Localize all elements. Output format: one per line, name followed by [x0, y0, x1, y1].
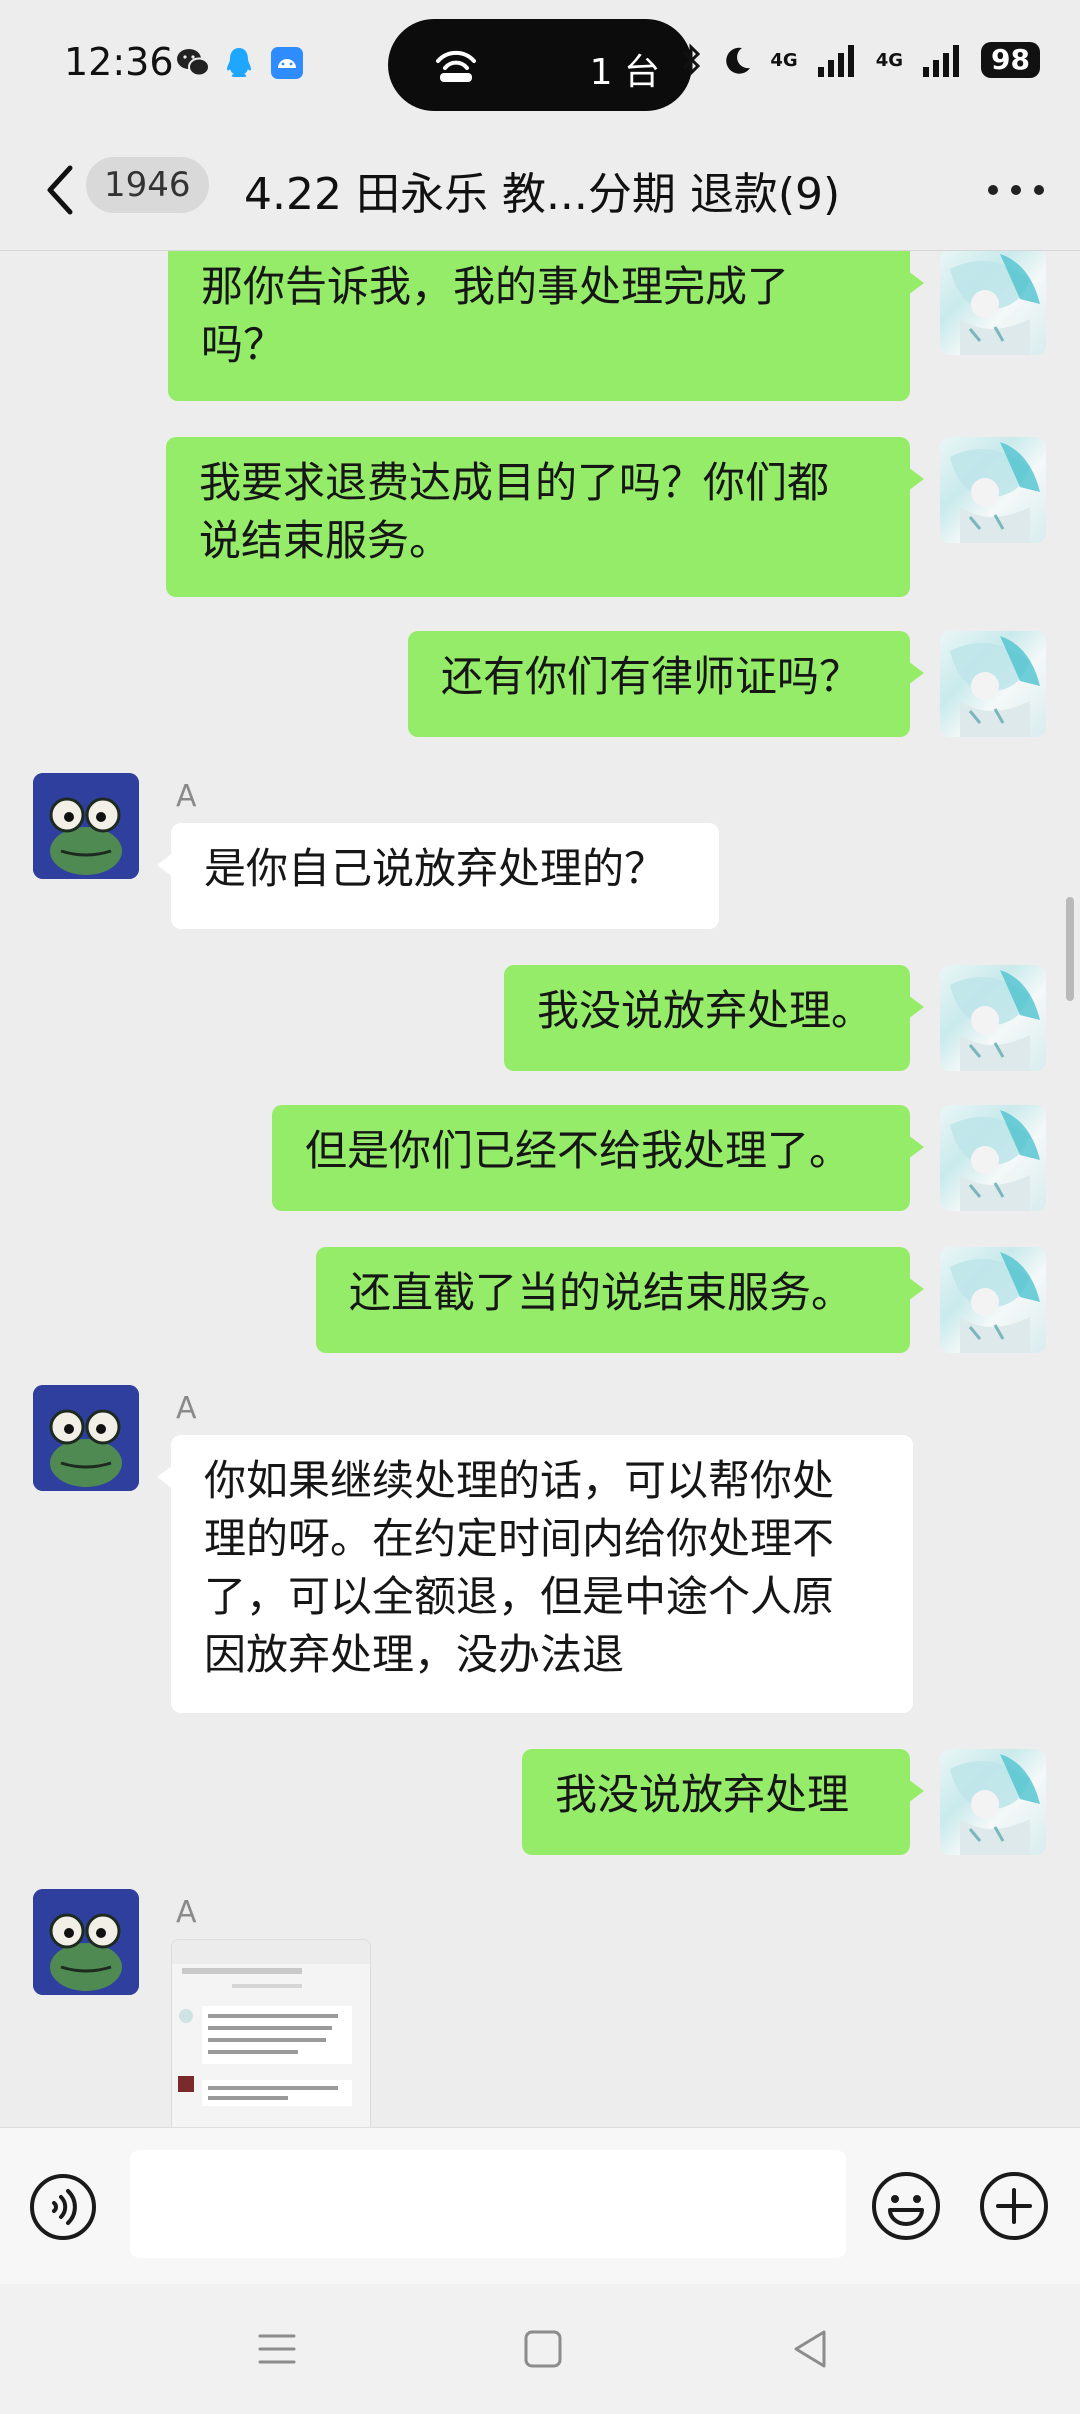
- more-dots-icon[interactable]: [988, 180, 1044, 200]
- contact-frog-avatar[interactable]: [33, 773, 139, 879]
- my-message-bubble[interactable]: 但是你们已经不给我处理了。: [272, 1105, 924, 1211]
- status-time: 12:36: [64, 40, 174, 84]
- my-avatar[interactable]: [940, 1749, 1046, 1855]
- battery-level: 98: [981, 42, 1040, 78]
- wechat-notification-icon: [177, 49, 210, 77]
- my-avatar[interactable]: [940, 965, 1046, 1071]
- input-bar: [0, 2127, 1080, 2285]
- my-avatar[interactable]: [940, 631, 1046, 737]
- my-message-bubble[interactable]: 还有你们有律师证吗？: [408, 631, 924, 737]
- status-bar: 12:36 1 台 4G 4G 98: [0, 0, 1080, 130]
- contact-message-bubble[interactable]: 你如果继续处理的话，可以帮你处 理的呀。在约定时间内给你处理不 了，可以全额退，但是…: [157, 1435, 913, 1713]
- contact-frog-avatar[interactable]: [33, 1385, 139, 1491]
- message-text-line: 还有你们有律师证吗？: [441, 652, 862, 701]
- bluetooth-icon: [683, 43, 701, 77]
- emoji-icon[interactable]: [870, 2170, 942, 2242]
- message-text-line: 理的呀。在约定时间内给你处理不: [204, 1514, 835, 1563]
- do-not-disturb-moon-icon: [726, 47, 751, 74]
- message-list[interactable]: 那你告诉我，我的事处理完成了 吗？ 我要求退费达成目的了吗？你们都 说结束服务。还有你…: [0, 251, 1080, 2127]
- home-square-icon[interactable]: [518, 2324, 568, 2374]
- sender-name: A: [176, 1391, 197, 1426]
- chat-title[interactable]: 4.22 田永乐 教...分期 退款(9): [244, 158, 840, 222]
- message-text-line: 我没说放弃处理: [555, 1770, 850, 1819]
- my-message-bubble[interactable]: 我没说放弃处理。: [504, 965, 924, 1071]
- contact-message-bubble[interactable]: 是你自己说放弃处理的？: [157, 823, 719, 929]
- message-text-line: 还直截了当的说结束服务。: [349, 1268, 854, 1317]
- chat-header: 1946 4.22 田永乐 教...分期 退款(9): [0, 130, 1080, 251]
- back-chevron-left-icon[interactable]: [36, 158, 84, 222]
- message-text-line: 是你自己说放弃处理的？: [204, 844, 667, 893]
- my-avatar[interactable]: [940, 1247, 1046, 1353]
- message-text-line: 你如果继续处理的话，可以帮你处: [204, 1456, 835, 1505]
- scrollbar[interactable]: [1066, 897, 1074, 1001]
- sender-name: A: [176, 1895, 197, 1930]
- network-type: 4G: [770, 49, 798, 71]
- voice-icon[interactable]: [28, 2172, 98, 2242]
- my-message-bubble[interactable]: 还直截了当的说结束服务。: [316, 1247, 924, 1353]
- back-triangle-icon[interactable]: [786, 2324, 836, 2374]
- connected-device-count: 1 台: [589, 52, 660, 93]
- plus-icon[interactable]: [978, 2170, 1050, 2242]
- my-avatar[interactable]: [940, 251, 1046, 355]
- dynamic-island[interactable]: 1 台: [388, 19, 692, 111]
- message-input[interactable]: [130, 2150, 846, 2258]
- message-text-line: 我要求退费达成目的了吗？你们都: [199, 458, 830, 507]
- message-text-line: 了，可以全额退，但是中途个人原: [204, 1572, 835, 1621]
- message-text-line: 因放弃处理，没办法退: [204, 1630, 625, 1679]
- my-avatar[interactable]: [940, 1105, 1046, 1211]
- message-text-line: 但是你们已经不给我处理了。: [305, 1126, 852, 1175]
- unread-count-badge[interactable]: 1946: [86, 157, 209, 213]
- my-avatar[interactable]: [940, 437, 1046, 543]
- qq-notification-icon: [227, 48, 251, 77]
- message-text-line: 说结束服务。: [199, 516, 452, 565]
- menu-lines-icon[interactable]: [252, 2324, 302, 2374]
- status-right-group: 4G 4G 98: [680, 40, 1040, 80]
- sender-name: A: [176, 779, 197, 814]
- signal-bars-icon: [817, 45, 854, 77]
- hotspot-icon: [436, 50, 476, 82]
- signal-bars-2-icon: [923, 45, 960, 77]
- app-store-notification-icon: [271, 47, 303, 79]
- network-type-2: 4G: [875, 49, 904, 71]
- message-text-line: 那你告诉我，我的事处理完成了: [201, 262, 790, 311]
- contact-frog-avatar[interactable]: [33, 1889, 139, 1995]
- my-message-bubble[interactable]: 我没说放弃处理: [522, 1749, 924, 1855]
- system-nav-bar: [0, 2284, 1080, 2414]
- message-text-line: 吗？: [201, 320, 286, 369]
- my-message-bubble[interactable]: 我要求退费达成目的了吗？你们都 说结束服务。: [166, 437, 924, 597]
- my-message-bubble[interactable]: 那你告诉我，我的事处理完成了 吗？: [168, 251, 924, 401]
- message-text-line: 我没说放弃处理。: [537, 986, 874, 1035]
- image-message-thumbnail[interactable]: [171, 1939, 371, 2127]
